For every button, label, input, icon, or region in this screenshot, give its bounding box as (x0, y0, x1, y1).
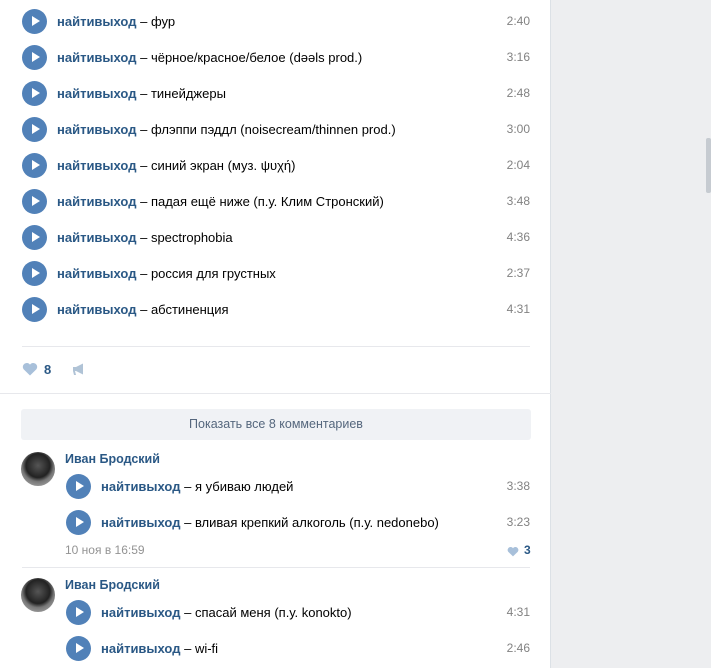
audio-track[interactable]: найтивыход – wi-fi 2:46 (66, 630, 530, 666)
avatar[interactable] (21, 578, 55, 612)
comment-date[interactable]: 10 ноя в 16:59 (65, 543, 145, 557)
play-icon[interactable] (22, 81, 47, 106)
like-count[interactable]: 8 (44, 362, 51, 377)
track-artist[interactable]: найтивыход – вливая крепкий алкоголь (п.… (101, 515, 439, 530)
track-artist[interactable]: найтивыход – россия для грустных (57, 266, 276, 281)
track-artist[interactable]: найтивыход – спасай меня (п.у. konokto) (101, 605, 352, 620)
divider (22, 567, 530, 568)
track-duration: 2:37 (506, 266, 530, 280)
track-artist[interactable]: найтивыход – я убиваю людей (101, 479, 293, 494)
audio-track[interactable]: найтивыход – падая ещё ниже (п.у. Клим С… (22, 183, 530, 219)
audio-track[interactable]: найтивыход – синий экран (муз. ψυχή) 2:0… (22, 147, 530, 183)
play-icon[interactable] (22, 153, 47, 178)
track-duration: 4:31 (506, 302, 530, 316)
audio-track[interactable]: найтивыход – тинейджеры 2:48 (22, 75, 530, 111)
track-title[interactable]: абстиненция (151, 302, 229, 317)
play-icon[interactable] (22, 9, 47, 34)
like-count[interactable]: 3 (524, 543, 531, 557)
track-artist[interactable]: найтивыход – падая ещё ниже (п.у. Клим С… (57, 194, 384, 209)
track-duration: 3:48 (506, 194, 530, 208)
track-title[interactable]: spectrophobia (151, 230, 233, 245)
track-title[interactable]: спасай меня (п.у. konokto) (195, 605, 352, 620)
audio-track[interactable]: найтивыход – я убиваю людей 3:38 (66, 468, 530, 504)
track-title[interactable]: вливая крепкий алкоголь (п.у. nedonebo) (195, 515, 439, 530)
play-icon[interactable] (22, 261, 47, 286)
play-icon[interactable] (22, 297, 47, 322)
play-icon[interactable] (22, 225, 47, 250)
post-card: найтивыход – фур 2:40 найтивыход – чёрно… (0, 0, 551, 668)
play-icon[interactable] (22, 45, 47, 70)
track-artist[interactable]: найтивыход – фур (57, 14, 175, 29)
track-duration: 2:48 (506, 86, 530, 100)
track-artist[interactable]: найтивыход – чёрное/красное/белое (dəəls… (57, 50, 362, 65)
track-title[interactable]: wi-fi (195, 641, 218, 656)
like-icon[interactable] (507, 545, 519, 557)
track-duration: 3:23 (506, 515, 530, 529)
track-duration: 2:40 (506, 14, 530, 28)
track-duration: 3:16 (506, 50, 530, 64)
play-icon[interactable] (22, 117, 47, 142)
play-icon[interactable] (66, 474, 91, 499)
play-icon[interactable] (66, 600, 91, 625)
right-panel (552, 0, 711, 668)
divider (0, 393, 551, 394)
track-artist[interactable]: найтивыход – тинейджеры (57, 86, 226, 101)
play-icon[interactable] (66, 636, 91, 661)
track-artist[interactable]: найтивыход – wi-fi (101, 641, 218, 656)
track-duration: 3:00 (506, 122, 530, 136)
divider (22, 346, 530, 347)
scrollbar[interactable] (706, 138, 711, 193)
audio-track[interactable]: найтивыход – фур 2:40 (22, 3, 530, 39)
track-artist[interactable]: найтивыход – абстиненция (57, 302, 229, 317)
audio-track[interactable]: найтивыход – абстиненция 4:31 (22, 291, 530, 327)
megaphone-icon[interactable] (71, 362, 87, 376)
track-artist[interactable]: найтивыход – флэппи пэддл (noisecream/th… (57, 122, 396, 137)
track-title[interactable]: россия для грустных (151, 266, 276, 281)
play-icon[interactable] (66, 510, 91, 535)
show-all-comments-button[interactable]: Показать все 8 комментариев (21, 409, 531, 440)
like-icon[interactable] (22, 362, 38, 376)
avatar[interactable] (21, 452, 55, 486)
track-duration: 4:31 (506, 605, 530, 619)
track-duration: 2:46 (506, 641, 530, 655)
track-duration: 3:38 (506, 479, 530, 493)
track-title[interactable]: синий экран (муз. ψυχή) (151, 158, 296, 173)
track-title[interactable]: я убиваю людей (195, 479, 293, 494)
track-title[interactable]: флэппи пэддл (noisecream/thinnen prod.) (151, 122, 396, 137)
track-artist[interactable]: найтивыход – синий экран (муз. ψυχή) (57, 158, 295, 173)
comment-author[interactable]: Иван Бродский (65, 578, 160, 592)
audio-track[interactable]: найтивыход – флэппи пэддл (noisecream/th… (22, 111, 530, 147)
track-title[interactable]: тинейджеры (151, 86, 226, 101)
audio-track[interactable]: найтивыход – вливая крепкий алкоголь (п.… (66, 504, 530, 540)
track-title[interactable]: чёрное/красное/белое (dəəls prod.) (151, 50, 362, 65)
post-actions: 8 (22, 360, 222, 380)
track-duration: 4:36 (506, 230, 530, 244)
track-duration: 2:04 (506, 158, 530, 172)
play-icon[interactable] (22, 189, 47, 214)
audio-track[interactable]: найтивыход – spectrophobia 4:36 (22, 219, 530, 255)
audio-track[interactable]: найтивыход – чёрное/красное/белое (dəəls… (22, 39, 530, 75)
track-title[interactable]: падая ещё ниже (п.у. Клим Стронский) (151, 194, 384, 209)
track-title[interactable]: фур (151, 14, 175, 29)
audio-track[interactable]: найтивыход – россия для грустных 2:37 (22, 255, 530, 291)
audio-track[interactable]: найтивыход – спасай меня (п.у. konokto) … (66, 594, 530, 630)
track-artist[interactable]: найтивыход – spectrophobia (57, 230, 233, 245)
comment-author[interactable]: Иван Бродский (65, 452, 160, 466)
